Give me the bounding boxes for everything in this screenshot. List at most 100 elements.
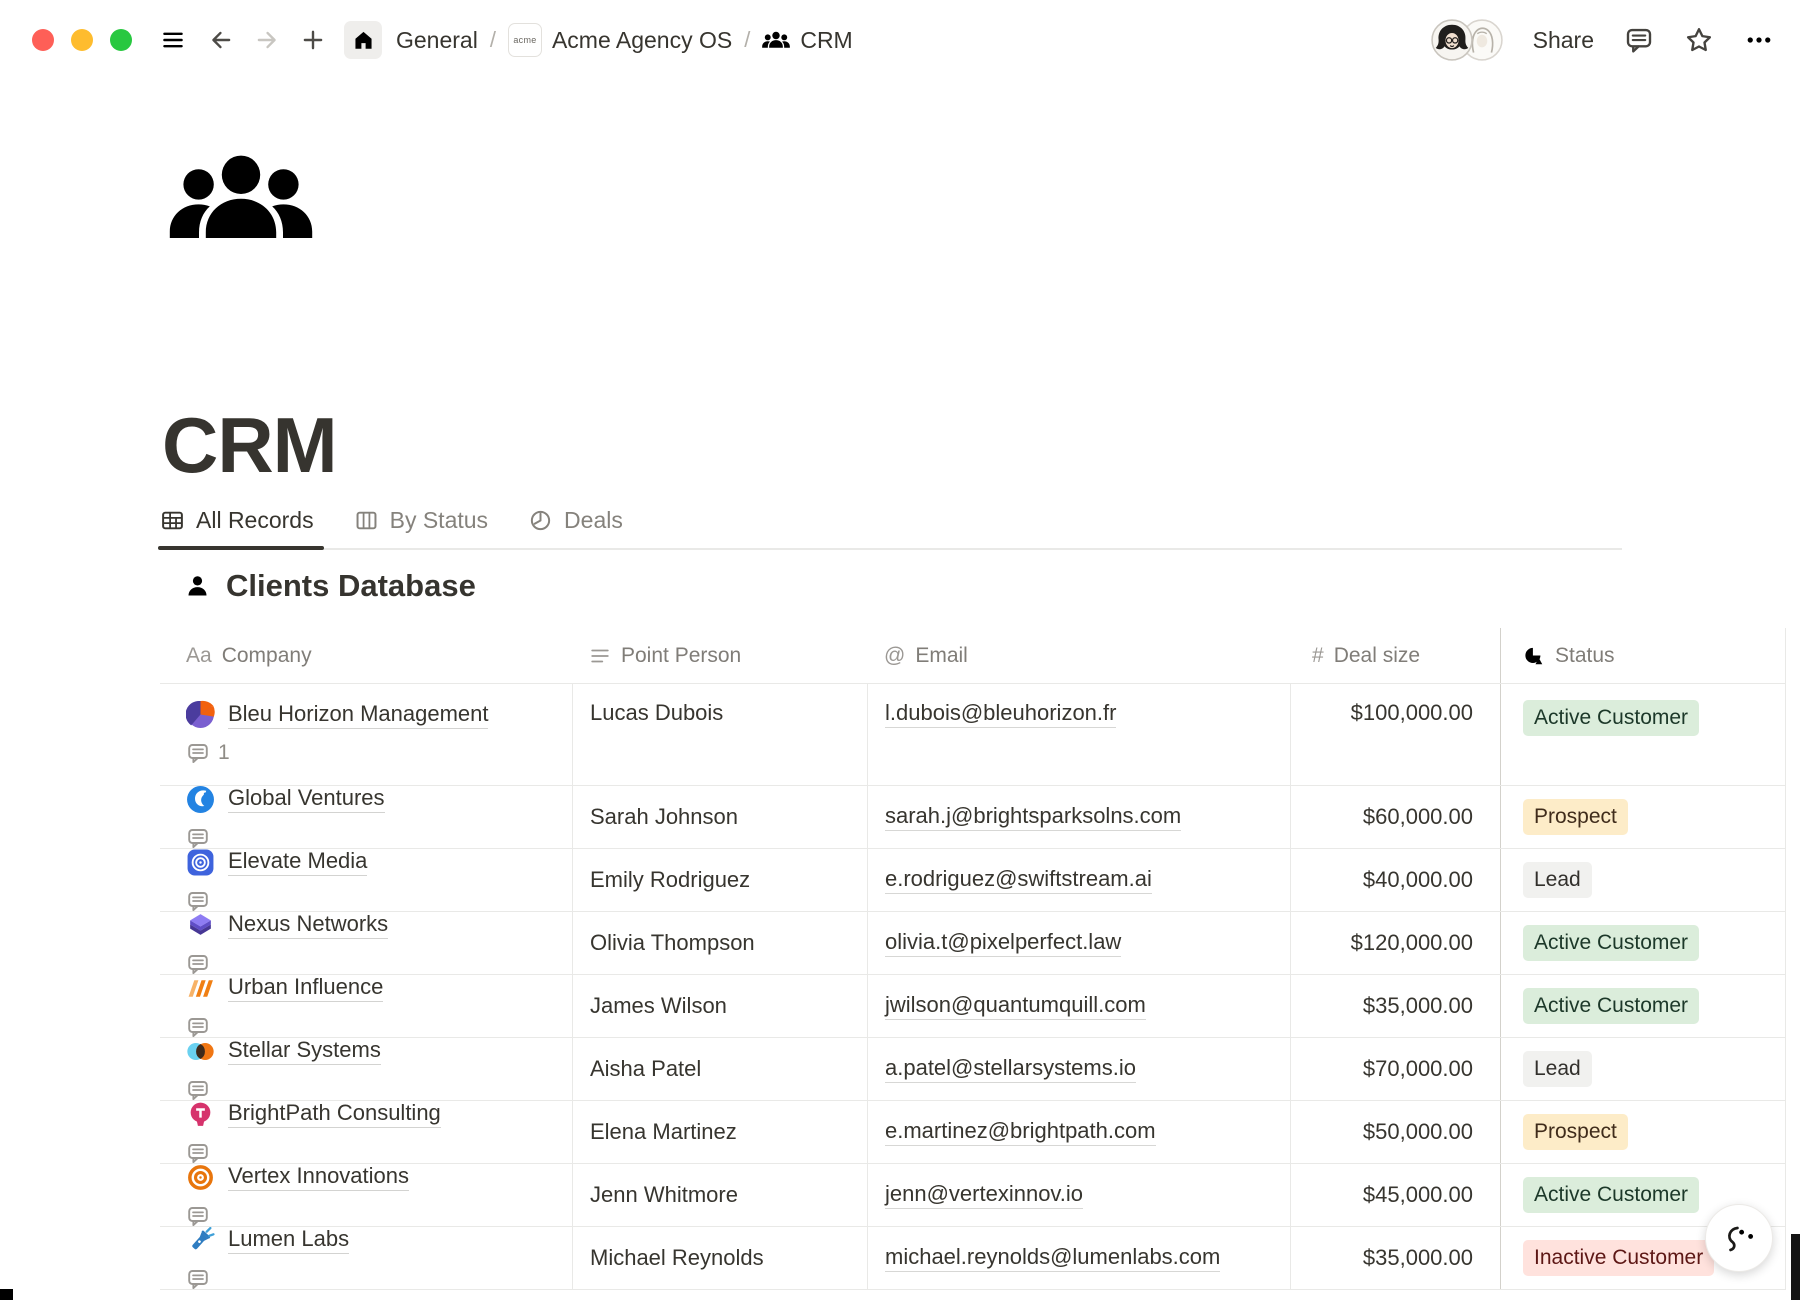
company-logo-icon xyxy=(186,1227,215,1255)
company-link[interactable]: Vertex Innovations xyxy=(228,1164,409,1191)
point-person-cell[interactable]: James Wilson xyxy=(572,975,867,1037)
point-person-cell[interactable]: Sarah Johnson xyxy=(572,786,867,848)
notion-ai-fab-button[interactable] xyxy=(1705,1204,1773,1272)
sidebar-menu-icon[interactable] xyxy=(158,25,188,55)
close-window-button[interactable] xyxy=(32,29,54,51)
page-title[interactable]: CRM xyxy=(162,400,337,491)
email-link[interactable]: olivia.t@pixelperfect.law xyxy=(885,929,1121,957)
comment-count[interactable] xyxy=(186,952,388,975)
more-options-icon[interactable] xyxy=(1744,25,1774,55)
deal-size-cell[interactable]: $50,000.00 xyxy=(1290,1101,1500,1163)
zoom-window-button[interactable] xyxy=(110,29,132,51)
company-logo-icon xyxy=(186,786,215,814)
company-link[interactable]: BrightPath Consulting xyxy=(228,1101,441,1128)
tab-by-status[interactable]: By Status xyxy=(354,492,488,548)
breadcrumb-general[interactable]: General xyxy=(396,27,478,54)
column-header-email[interactable]: @Email xyxy=(867,628,1290,683)
point-person-cell[interactable]: Lucas Dubois xyxy=(572,684,867,785)
status-badge: Lead xyxy=(1523,1051,1592,1087)
comment-count[interactable] xyxy=(186,826,385,849)
company-link[interactable]: Elevate Media xyxy=(228,849,367,876)
deal-size-cell[interactable]: $70,000.00 xyxy=(1290,1038,1500,1100)
status-cell[interactable]: Active Customer xyxy=(1500,684,1786,785)
table-row[interactable]: Stellar Systems Aisha Patel a.patel@stel… xyxy=(160,1038,1786,1101)
deal-size-cell[interactable]: $120,000.00 xyxy=(1290,912,1500,974)
home-icon[interactable] xyxy=(344,21,382,59)
collaborator-avatars[interactable] xyxy=(1431,19,1503,61)
table-body: Bleu Horizon Management 1 Lucas Dubois l… xyxy=(160,684,1786,1290)
tab-deals[interactable]: Deals xyxy=(528,492,623,548)
company-link[interactable]: Global Ventures xyxy=(228,786,385,813)
point-person-cell[interactable]: Jenn Whitmore xyxy=(572,1164,867,1226)
email-link[interactable]: e.rodriguez@swiftstream.ai xyxy=(885,866,1152,894)
email-link[interactable]: e.martinez@brightpath.com xyxy=(885,1118,1156,1146)
deal-size-cell[interactable]: $100,000.00 xyxy=(1290,684,1500,785)
email-link[interactable]: l.dubois@bleuhorizon.fr xyxy=(885,700,1116,728)
company-link[interactable]: Lumen Labs xyxy=(228,1227,349,1254)
email-link[interactable]: jwilson@quantumquill.com xyxy=(885,992,1146,1020)
comment-count[interactable] xyxy=(186,889,367,912)
company-link[interactable]: Urban Influence xyxy=(228,975,383,1002)
comment-count[interactable] xyxy=(186,1141,441,1164)
comments-icon[interactable] xyxy=(1624,25,1654,55)
comment-count[interactable] xyxy=(186,1078,381,1101)
table-row[interactable]: Elevate Media Emily Rodriguez e.rodrigue… xyxy=(160,849,1786,912)
table-row[interactable]: Lumen Labs Michael Reynolds michael.reyn… xyxy=(160,1227,1786,1290)
deal-size-cell[interactable]: $45,000.00 xyxy=(1290,1164,1500,1226)
status-cell[interactable]: Prospect xyxy=(1500,786,1786,848)
status-cell[interactable]: Active Customer xyxy=(1500,912,1786,974)
page-icon-people[interactable] xyxy=(165,150,317,246)
email-link[interactable]: michael.reynolds@lumenlabs.com xyxy=(885,1244,1220,1272)
point-person-cell[interactable]: Michael Reynolds xyxy=(572,1227,867,1289)
breadcrumb-workspace[interactable]: acme Acme Agency OS xyxy=(508,23,732,57)
status-cell[interactable]: Lead xyxy=(1500,849,1786,911)
favorite-star-icon[interactable] xyxy=(1684,25,1714,55)
deal-size-cell[interactable]: $35,000.00 xyxy=(1290,1227,1500,1289)
comment-count[interactable] xyxy=(186,1267,349,1290)
scrollbar-strip[interactable] xyxy=(1791,1234,1800,1300)
comment-count[interactable] xyxy=(186,1015,383,1038)
deal-size-cell[interactable]: $35,000.00 xyxy=(1290,975,1500,1037)
deal-size-cell[interactable]: $60,000.00 xyxy=(1290,786,1500,848)
point-person-cell[interactable]: Olivia Thompson xyxy=(572,912,867,974)
table-row[interactable]: BrightPath Consulting Elena Martinez e.m… xyxy=(160,1101,1786,1164)
database-title[interactable]: Clients Database xyxy=(226,568,476,604)
comment-count[interactable]: 1 xyxy=(186,741,488,765)
comment-count[interactable] xyxy=(186,1204,409,1227)
column-header-deal-size[interactable]: #Deal size xyxy=(1290,628,1500,683)
status-cell[interactable]: Prospect xyxy=(1500,1101,1786,1163)
column-header-point-person[interactable]: Point Person xyxy=(572,628,867,683)
titlebar: General / acme Acme Agency OS / CRM Shar… xyxy=(0,0,1800,80)
point-person-cell[interactable]: Elena Martinez xyxy=(572,1101,867,1163)
table-row[interactable]: Vertex Innovations Jenn Whitmore jenn@ve… xyxy=(160,1164,1786,1227)
deal-size-cell[interactable]: $40,000.00 xyxy=(1290,849,1500,911)
point-person-cell[interactable]: Emily Rodriguez xyxy=(572,849,867,911)
company-link[interactable]: Bleu Horizon Management xyxy=(228,701,488,729)
minimize-window-button[interactable] xyxy=(71,29,93,51)
email-link[interactable]: jenn@vertexinnov.io xyxy=(885,1181,1083,1209)
forward-icon[interactable] xyxy=(252,25,282,55)
new-page-icon[interactable] xyxy=(298,25,328,55)
breadcrumb-crm[interactable]: CRM xyxy=(762,27,852,54)
back-icon[interactable] xyxy=(206,25,236,55)
company-logo-icon xyxy=(186,1101,215,1129)
table-row[interactable]: Urban Influence James Wilson jwilson@qua… xyxy=(160,975,1786,1038)
paragraph-icon xyxy=(589,645,611,667)
point-person-cell[interactable]: Aisha Patel xyxy=(572,1038,867,1100)
table-row[interactable]: Bleu Horizon Management 1 Lucas Dubois l… xyxy=(160,684,1786,786)
table-row[interactable]: Nexus Networks Olivia Thompson olivia.t@… xyxy=(160,912,1786,975)
status-cell[interactable]: Active Customer xyxy=(1500,975,1786,1037)
status-badge: Active Customer xyxy=(1523,925,1699,961)
tab-all-records[interactable]: All Records xyxy=(160,492,314,548)
column-header-company[interactable]: AaCompany xyxy=(160,628,572,683)
share-button[interactable]: Share xyxy=(1533,27,1594,54)
scribble-face-icon xyxy=(1720,1219,1758,1257)
email-link[interactable]: a.patel@stellarsystems.io xyxy=(885,1055,1136,1083)
company-link[interactable]: Nexus Networks xyxy=(228,912,388,939)
column-header-status[interactable]: Status xyxy=(1500,628,1786,683)
email-link[interactable]: sarah.j@brightsparksolns.com xyxy=(885,803,1181,831)
company-link[interactable]: Stellar Systems xyxy=(228,1038,381,1065)
at-icon: @ xyxy=(884,644,905,668)
status-cell[interactable]: Lead xyxy=(1500,1038,1786,1100)
table-row[interactable]: Global Ventures Sarah Johnson sarah.j@br… xyxy=(160,786,1786,849)
